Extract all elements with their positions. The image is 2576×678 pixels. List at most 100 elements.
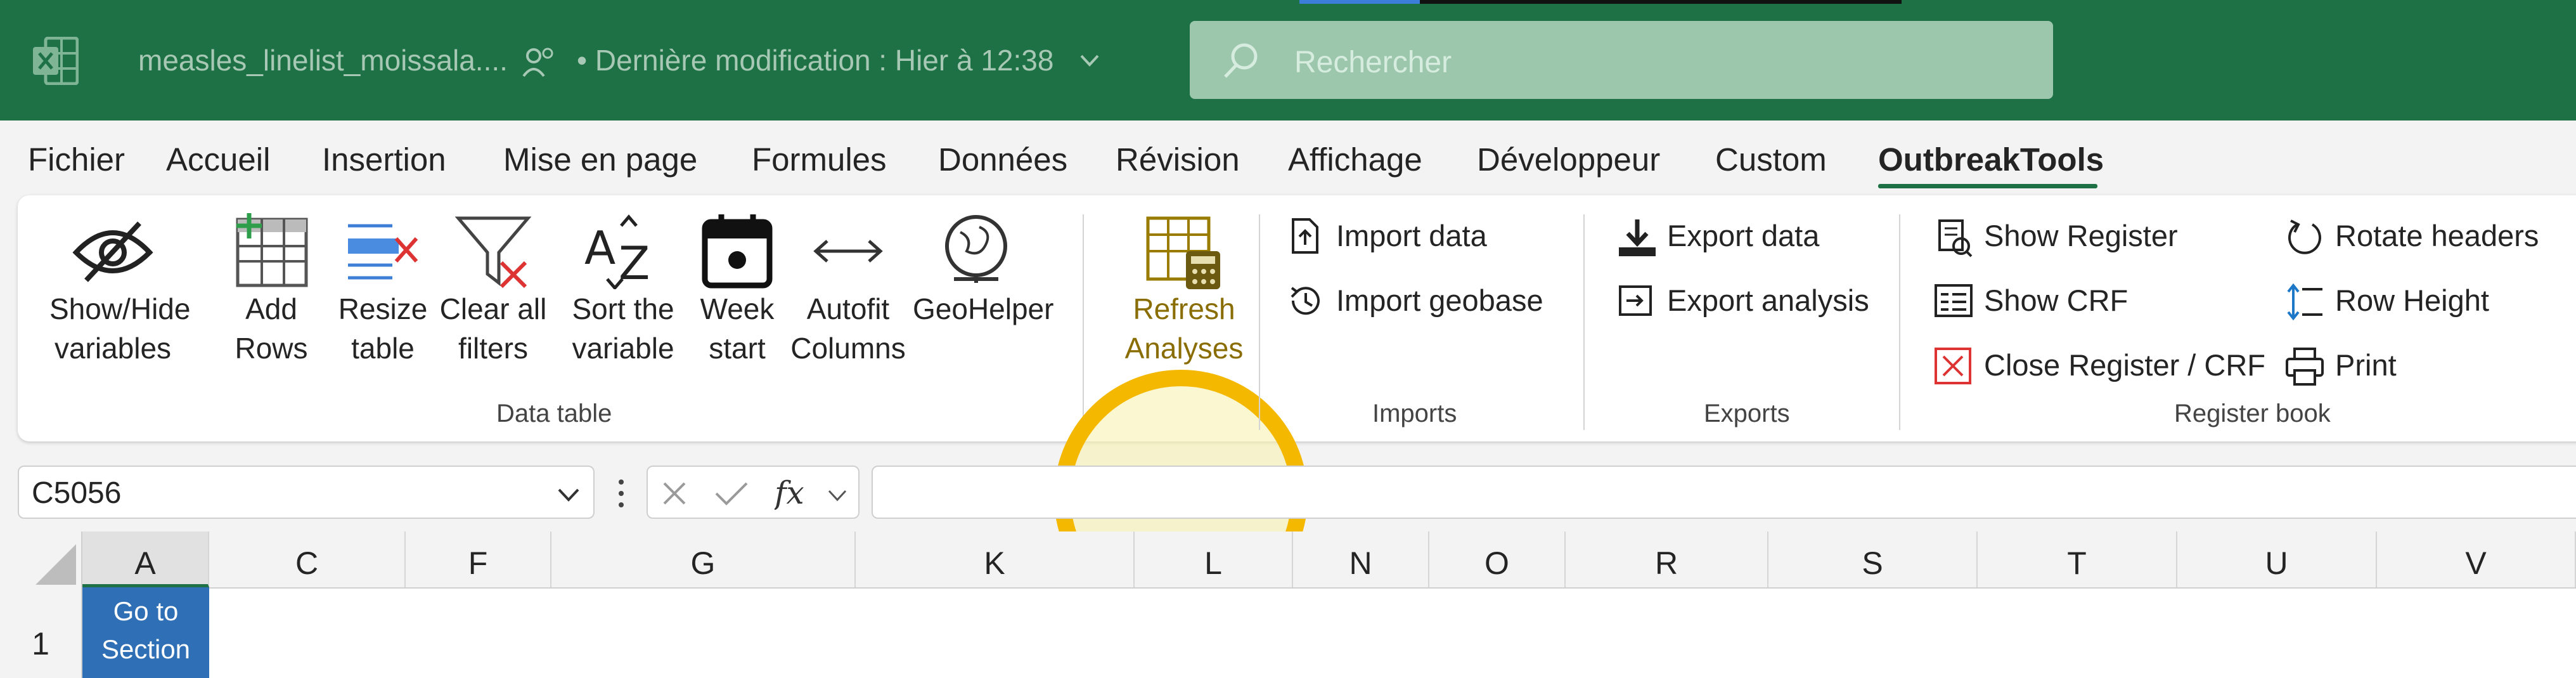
sort-label-2: variable <box>572 332 674 365</box>
rotate-headers-label: Rotate headers <box>2335 219 2539 252</box>
column-header-l[interactable]: L <box>1135 531 1293 587</box>
column-header-o[interactable]: O <box>1429 531 1566 587</box>
add-rows-label-2: Rows <box>235 332 308 365</box>
column-header-f[interactable]: F <box>406 531 551 587</box>
export-data-label: Export data <box>1667 219 1820 252</box>
register-book-icon <box>1938 219 1973 258</box>
search-box[interactable]: Rechercher <box>1190 21 2053 99</box>
group-label-data-table: Data table <box>496 400 612 427</box>
formula-actions: fx <box>647 466 860 519</box>
tab-formules[interactable]: Formules <box>752 141 887 178</box>
refresh-analyses-button[interactable]: Refresh Analyses <box>1108 213 1260 368</box>
column-header-r[interactable]: R <box>1566 531 1768 587</box>
eye-slash-icon <box>72 221 153 282</box>
add-rows-button[interactable]: Add Rows <box>221 213 322 368</box>
go-to-section-cell[interactable]: Go to Section <box>82 587 209 678</box>
search-icon <box>1224 43 1258 78</box>
add-rows-label-1: Add <box>245 292 297 325</box>
show-hide-variables-button[interactable]: Show/Hide variables <box>49 213 190 368</box>
group-separator <box>1899 214 1900 430</box>
column-headers: A C F G K L N O R S T U V <box>0 531 2576 589</box>
sort-az-icon: A Z <box>584 214 650 289</box>
tab-revision[interactable]: Révision <box>1116 141 1240 178</box>
column-header-v[interactable]: V <box>2377 531 2576 587</box>
autofit-label-2: Columns <box>790 332 906 365</box>
checkmark-icon[interactable] <box>714 479 749 507</box>
svg-text:A: A <box>584 221 615 275</box>
function-fx-icon[interactable]: fx <box>775 476 813 511</box>
last-modified-text[interactable]: • Dernière modification : Hier à 12:38 <box>577 43 1053 77</box>
rotate-icon <box>2288 219 2321 254</box>
sort-variable-button[interactable]: A Z Sort the variable <box>560 213 686 368</box>
table-calculator-icon <box>1146 216 1220 289</box>
resize-table-label-1: Resize <box>338 292 428 325</box>
column-header-t[interactable]: T <box>1978 531 2177 587</box>
column-header-a[interactable]: A <box>82 531 209 587</box>
resize-table-label-2: table <box>351 332 415 365</box>
tab-accueil[interactable]: Accueil <box>166 141 270 178</box>
clear-filters-label-2: filters <box>458 332 528 365</box>
tab-insertion[interactable]: Insertion <box>322 141 446 178</box>
geohelper-button[interactable]: GeoHelper <box>913 213 1054 329</box>
group-separator <box>1583 214 1585 430</box>
excel-logo-icon <box>33 37 79 85</box>
sort-label-1: Sort the <box>572 292 674 325</box>
group-label-register-book: Register book <box>2174 400 2331 427</box>
column-header-n[interactable]: N <box>1293 531 1429 587</box>
import-data-label: Import data <box>1336 219 1487 252</box>
close-register-label: Close Register / CRF <box>1984 348 2265 382</box>
export-icon <box>1619 285 1652 316</box>
column-header-g[interactable]: G <box>551 531 856 587</box>
geohelper-label: GeoHelper <box>913 292 1054 325</box>
resize-table-button[interactable]: Resize table <box>332 213 434 368</box>
import-geobase-label: Import geobase <box>1336 284 1543 317</box>
group-label-exports: Exports <box>1704 400 1790 427</box>
resize-table-icon <box>348 224 418 280</box>
select-all-triangle-icon <box>35 544 76 585</box>
row-number: 1 <box>32 626 49 662</box>
show-register-label: Show Register <box>1984 219 2178 252</box>
column-header-k[interactable]: K <box>856 531 1135 587</box>
import-file-icon <box>1292 218 1318 254</box>
tab-mise-en-page[interactable]: Mise en page <box>503 141 697 178</box>
cell-a1-line-1: Go to <box>113 596 179 626</box>
column-header-s[interactable]: S <box>1768 531 1978 587</box>
document-title[interactable]: measles_linelist_moissala.... <box>138 43 508 77</box>
tab-donnees[interactable]: Données <box>938 141 1067 178</box>
chevron-down-icon[interactable] <box>825 483 849 507</box>
search-placeholder: Rechercher <box>1294 46 1452 79</box>
cancel-icon[interactable] <box>660 479 688 507</box>
show-crf-label: Show CRF <box>1984 284 2128 317</box>
calendar-icon <box>702 214 773 289</box>
tab-outbreaktools[interactable]: OutbreakTools <box>1878 141 2104 178</box>
tab-custom[interactable]: Custom <box>1715 141 1827 178</box>
refresh-label-2: Analyses <box>1124 332 1244 365</box>
formula-input[interactable] <box>872 466 2576 519</box>
people-sharing-icon <box>522 48 553 77</box>
tab-fichier[interactable]: Fichier <box>28 141 125 178</box>
row-height-label: Row Height <box>2335 284 2489 317</box>
tab-developpeur[interactable]: Développeur <box>1477 141 1660 178</box>
more-options-icon[interactable] <box>615 474 628 512</box>
name-box[interactable]: C5056 <box>18 466 595 519</box>
autofit-columns-button[interactable]: Autofit Columns <box>785 213 911 368</box>
formula-bar: C5056 fx <box>0 455 2576 525</box>
column-header-c[interactable]: C <box>209 531 406 587</box>
group-label-imports: Imports <box>1372 400 1457 427</box>
week-start-label-2: start <box>709 332 766 365</box>
clear-all-filters-button[interactable]: Clear all filters <box>436 213 550 368</box>
chevron-down-icon[interactable] <box>1078 48 1102 72</box>
globe-icon <box>945 215 1007 283</box>
column-header-u[interactable]: U <box>2177 531 2377 587</box>
select-all-corner[interactable] <box>0 531 82 587</box>
clear-filter-icon <box>454 216 532 289</box>
svg-text:fx: fx <box>775 476 804 511</box>
add-rows-icon <box>236 213 308 287</box>
chevron-down-icon[interactable] <box>555 481 582 507</box>
form-icon <box>1935 284 1973 317</box>
printer-icon <box>2286 348 2324 386</box>
row-header-1[interactable]: 1 <box>0 587 82 678</box>
ribbon-panel: Show/Hide variables Add Rows Resize tabl… <box>18 195 2576 623</box>
week-start-button[interactable]: Week start <box>690 213 785 368</box>
tab-affichage[interactable]: Affichage <box>1288 141 1422 178</box>
